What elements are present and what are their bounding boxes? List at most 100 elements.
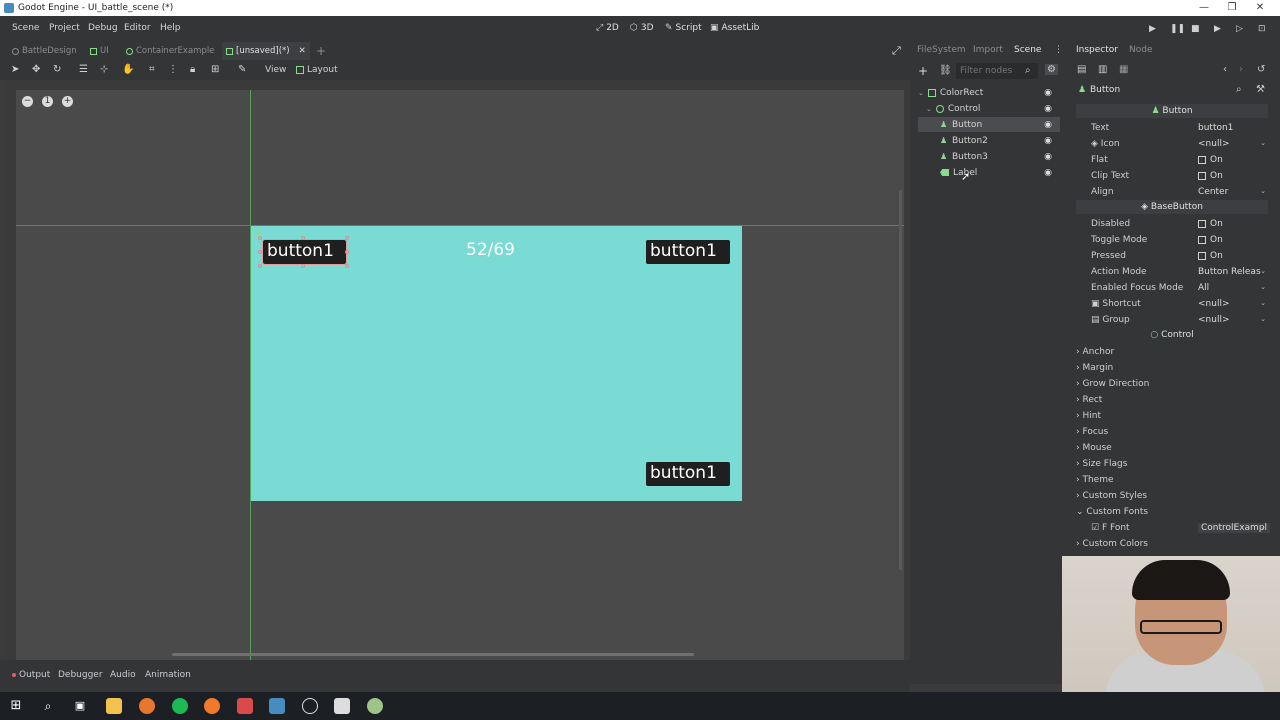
prop-value[interactable]: All	[1198, 283, 1209, 293]
color-rect-canvas[interactable]	[251, 226, 742, 501]
category-custom-styles[interactable]: › Custom Styles	[1076, 491, 1147, 501]
godot-secondary-icon[interactable]	[367, 698, 383, 714]
tree-item-button2[interactable]: ♟ Button2 ◉	[918, 133, 1060, 148]
chevron-down-icon[interactable]: ⌄	[1260, 139, 1266, 147]
category-anchor[interactable]: › Anchor	[1076, 347, 1114, 357]
file-explorer-icon[interactable]	[106, 698, 122, 714]
tab-import[interactable]: Import	[973, 45, 1003, 55]
play-icon[interactable]: ▶	[1149, 24, 1156, 34]
rotate-tool-icon[interactable]: ↻	[53, 64, 61, 75]
visibility-icon[interactable]: ◉	[1044, 120, 1052, 130]
more-options-icon[interactable]: ⋮	[168, 64, 178, 75]
tree-item-button3[interactable]: ♟ Button3 ◉	[918, 149, 1060, 164]
resize-handle[interactable]	[258, 250, 262, 254]
tab-inspector[interactable]: Inspector	[1076, 45, 1118, 55]
stop-icon[interactable]: ■	[1191, 24, 1200, 34]
chevron-down-icon[interactable]: ⌄	[1260, 267, 1266, 275]
prop-value[interactable]: button1	[1198, 123, 1233, 133]
checkbox[interactable]	[1198, 156, 1206, 164]
search-icon[interactable]: ⌕	[1236, 84, 1242, 95]
prop-value[interactable]: On	[1198, 219, 1223, 229]
new-resource-icon[interactable]: ▤	[1077, 64, 1086, 75]
zoom-in-icon[interactable]: +	[62, 96, 73, 107]
maximize-icon[interactable]: ❐	[1218, 0, 1246, 16]
checkbox-checked-icon[interactable]: ☑	[1091, 523, 1102, 533]
chevron-down-icon[interactable]: ⌄	[1260, 283, 1266, 291]
close-icon[interactable]: ✕	[1246, 0, 1274, 16]
tab-audio[interactable]: Audio	[110, 670, 136, 680]
checkbox[interactable]	[1198, 236, 1206, 244]
scene-tree-options-icon[interactable]: ⚙	[1045, 64, 1058, 75]
category-mouse[interactable]: › Mouse	[1076, 443, 1112, 453]
prop-value[interactable]: On	[1198, 155, 1223, 165]
prop-pressed[interactable]: Pressed On	[1076, 248, 1268, 264]
save-resource-icon[interactable]: ▦	[1119, 64, 1128, 75]
category-margin[interactable]: › Margin	[1076, 363, 1113, 373]
tab-containerexample[interactable]: ContainerExample	[122, 42, 218, 60]
prop-value[interactable]: On	[1198, 235, 1223, 245]
category-custom-fonts[interactable]: ⌄ Custom Fonts	[1076, 507, 1148, 517]
group-icon[interactable]: ⊞	[211, 64, 219, 75]
zoom-reset-icon[interactable]: 1	[42, 96, 53, 107]
prop-value[interactable]: Center	[1198, 187, 1228, 197]
resize-handle[interactable]	[345, 264, 349, 268]
chevron-down-icon[interactable]: ⌄	[1260, 299, 1266, 307]
workspace-2d-button[interactable]: ⤢ 2D	[596, 23, 619, 33]
lock-icon[interactable]: 🔒︎	[190, 64, 195, 75]
select-tool-icon[interactable]: ➤	[11, 64, 19, 75]
move-tool-icon[interactable]: ✥	[32, 64, 40, 75]
chrome-icon[interactable]	[237, 698, 253, 714]
checkbox[interactable]	[1198, 252, 1206, 260]
category-hint[interactable]: › Hint	[1076, 411, 1101, 421]
checkbox[interactable]	[1198, 220, 1206, 228]
chevron-down-icon[interactable]: ⌄	[1260, 315, 1266, 323]
prop-icon[interactable]: ◈ Icon <null> ⌄	[1076, 136, 1268, 152]
spotify-icon[interactable]	[172, 698, 188, 714]
tree-item-control[interactable]: ⌄ Control ◉	[918, 101, 1060, 116]
zoom-out-icon[interactable]: −	[22, 96, 33, 107]
view-menu[interactable]: View	[265, 65, 286, 75]
add-node-icon[interactable]: +	[918, 64, 928, 78]
visibility-icon[interactable]: ◉	[1044, 168, 1052, 178]
distraction-free-icon[interactable]: ⤢	[888, 42, 905, 60]
resize-handle[interactable]	[301, 236, 305, 240]
workspace-3d-button[interactable]: ⬡ 3D	[630, 23, 654, 33]
close-tab-icon[interactable]: ✕	[299, 46, 306, 56]
play-scene-icon[interactable]: ▶	[1214, 24, 1221, 34]
prop-font[interactable]: ☑ F Font ControlExampl ⌄	[1076, 520, 1271, 536]
godot-icon[interactable]	[269, 698, 285, 714]
obs-icon[interactable]	[302, 698, 318, 714]
history-forward-icon[interactable]: ›	[1239, 64, 1243, 75]
bone-icon[interactable]: ✎	[238, 64, 246, 75]
firefox-icon[interactable]	[139, 698, 155, 714]
visibility-icon[interactable]: ◉	[1044, 104, 1052, 114]
object-history-icon[interactable]: ↺	[1257, 64, 1265, 75]
history-back-icon[interactable]: ‹	[1223, 64, 1227, 75]
pause-icon[interactable]: ❚❚	[1170, 24, 1185, 34]
tab-debugger[interactable]: Debugger	[58, 670, 103, 680]
pivot-tool-icon[interactable]: ⊹	[100, 64, 108, 75]
prop-text[interactable]: Text button1	[1076, 120, 1268, 136]
tab-output[interactable]: Output	[12, 670, 50, 680]
prop-disabled[interactable]: Disabled On	[1076, 216, 1268, 232]
tab-battledesign[interactable]: BattleDesign	[8, 42, 81, 60]
vertical-scrollbar[interactable]	[899, 190, 902, 570]
prop-clip-text[interactable]: Clip Text On	[1076, 168, 1268, 184]
search-icon[interactable]: ⌕	[1025, 65, 1031, 76]
prop-value[interactable]: <null>	[1198, 139, 1230, 149]
collapse-icon[interactable]: ⌄	[918, 89, 924, 97]
category-focus[interactable]: › Focus	[1076, 427, 1108, 437]
prop-value[interactable]: On	[1198, 171, 1223, 181]
snap-icon[interactable]: ⌗	[149, 64, 155, 75]
resize-handle[interactable]	[258, 264, 262, 268]
tab-ui[interactable]: UI	[86, 42, 113, 60]
prop-group[interactable]: ▤ Group <null> ⌄	[1076, 312, 1268, 328]
pan-tool-icon[interactable]: ✋	[122, 64, 134, 75]
blender-icon[interactable]	[204, 698, 220, 714]
movie-icon[interactable]: ⊡	[1258, 24, 1266, 34]
menu-editor[interactable]: Editor	[124, 23, 151, 33]
button-bottom-right[interactable]: button1	[646, 462, 730, 486]
load-resource-icon[interactable]: ▥	[1098, 64, 1107, 75]
prop-value[interactable]: <null>	[1198, 315, 1230, 325]
tab-unsaved[interactable]: [unsaved](*) ✕	[222, 42, 310, 60]
